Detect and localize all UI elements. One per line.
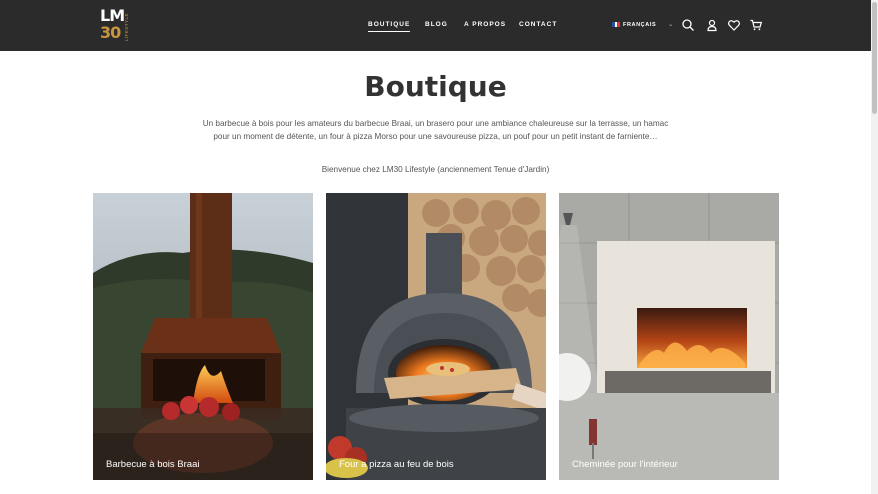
welcome-text: Bienvenue chez LM30 Lifestyle (anciennem… xyxy=(321,165,550,174)
user-icon[interactable] xyxy=(705,18,719,32)
scrollbar-thumb[interactable] xyxy=(872,2,877,114)
page-intro: Un barbecue à bois pour les amateurs du … xyxy=(202,119,669,141)
language-selector[interactable]: FRANÇAIS ⌄ xyxy=(612,21,674,28)
barbecue-image xyxy=(93,193,313,480)
language-label: FRANÇAIS xyxy=(623,21,657,28)
logo-tagline: LIFESTYLE xyxy=(124,13,129,42)
nav-item-a-propos[interactable]: A PROPOS xyxy=(464,21,506,28)
cart-icon[interactable] xyxy=(749,18,763,32)
page-scrollbar[interactable] xyxy=(871,0,878,494)
pizza-oven-image xyxy=(326,193,546,480)
nav-item-contact[interactable]: CONTACT xyxy=(519,21,557,28)
category-label-pizza-oven: Four a pizza au feu de bois xyxy=(339,459,454,470)
site-header: LM 30 LIFESTYLE BOUTIQUE BLOG A PROPOS C… xyxy=(0,0,871,51)
category-card-barbecue[interactable]: Barbecue à bois Braai xyxy=(93,193,313,480)
heart-icon[interactable] xyxy=(727,18,741,32)
page-title: Boutique xyxy=(364,70,507,103)
category-card-fireplace[interactable]: Cheminée pour l'intérieur xyxy=(559,193,779,480)
site-logo[interactable]: LM 30 LIFESTYLE xyxy=(100,7,136,45)
category-label-barbecue: Barbecue à bois Braai xyxy=(106,459,200,470)
category-label-fireplace: Cheminée pour l'intérieur xyxy=(572,459,678,470)
search-icon[interactable] xyxy=(681,18,695,32)
fireplace-image xyxy=(559,193,779,480)
nav-item-blog[interactable]: BLOG xyxy=(425,21,448,28)
category-card-pizza-oven[interactable]: Four a pizza au feu de bois xyxy=(326,193,546,480)
nav-item-boutique[interactable]: BOUTIQUE xyxy=(368,21,411,32)
chevron-down-icon: ⌄ xyxy=(668,22,674,28)
france-flag-icon xyxy=(612,22,621,27)
logo-number: 30 xyxy=(100,23,121,42)
